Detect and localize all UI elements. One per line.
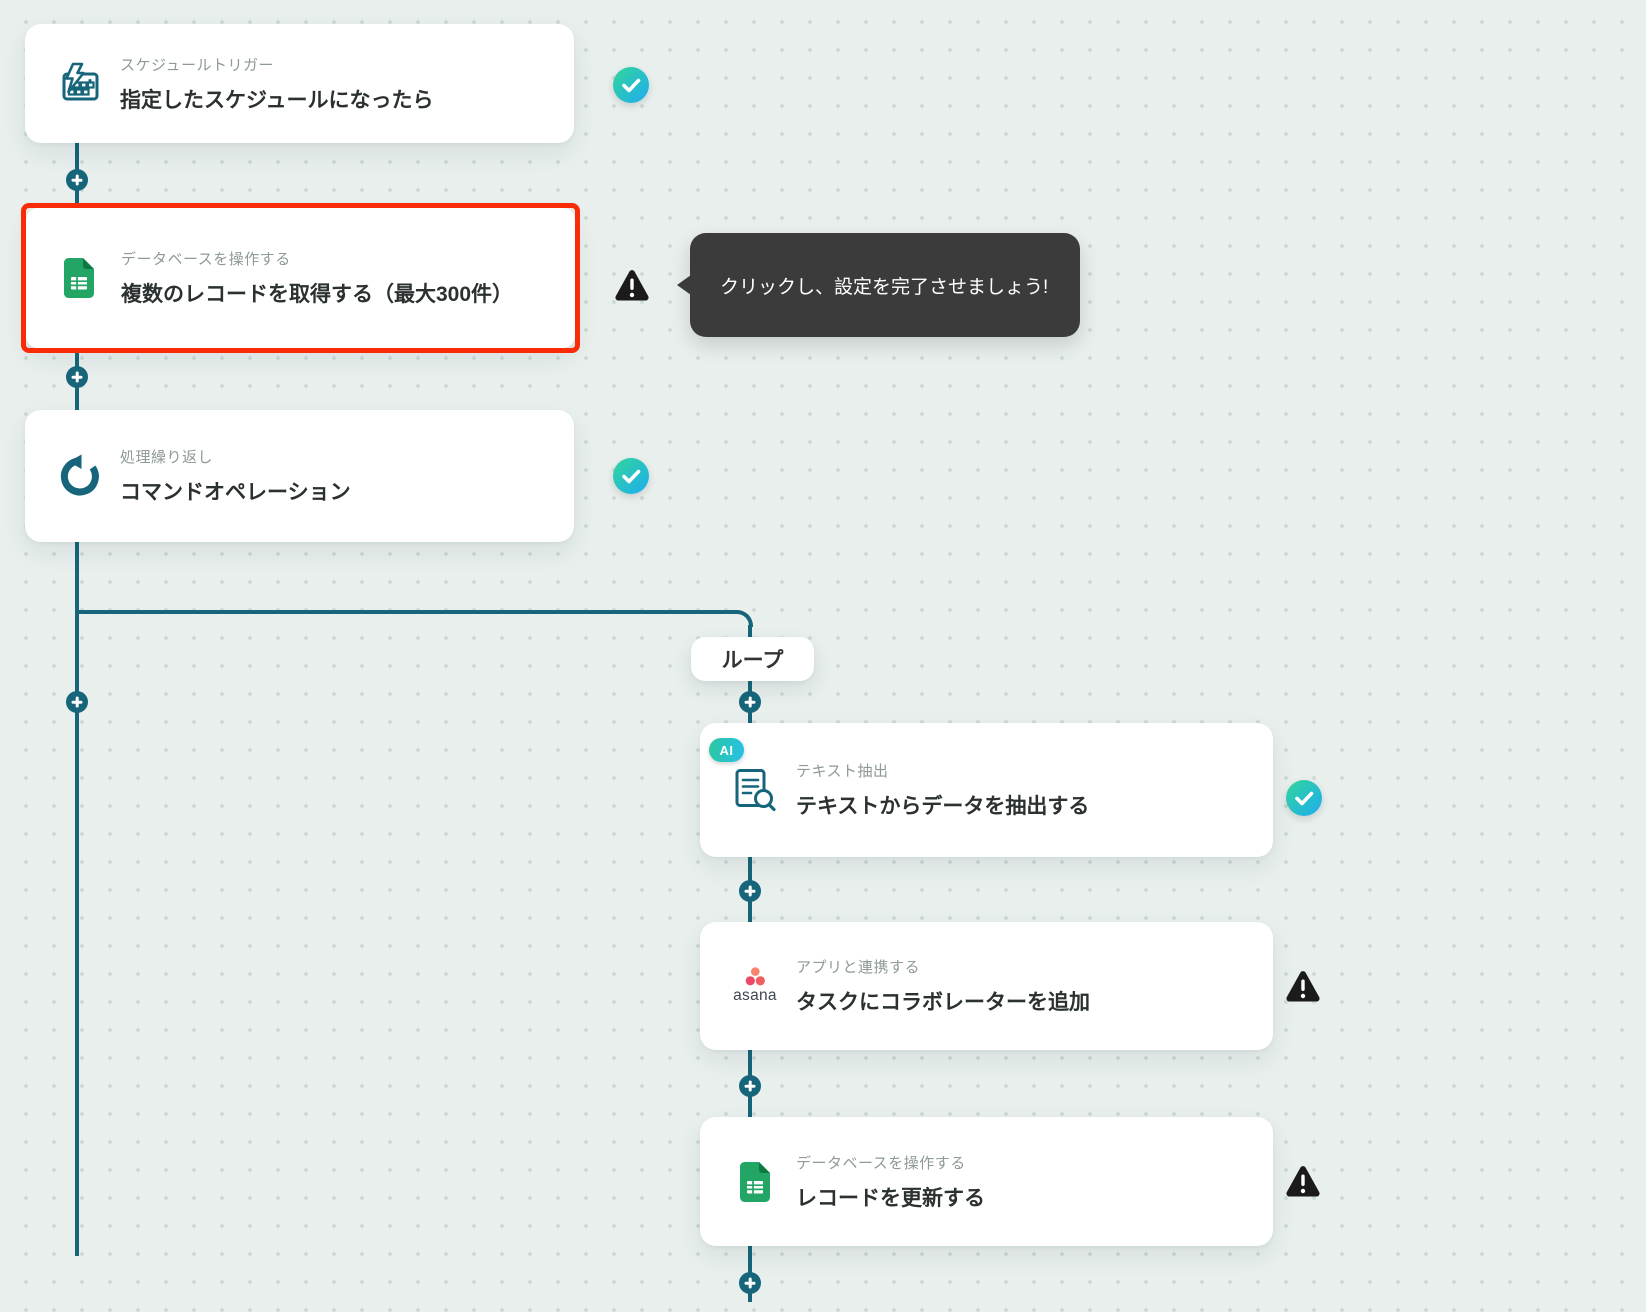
node-get-records[interactable]: データベースを操作する 複数のレコードを取得する（最大300件） — [26, 208, 575, 348]
node-update-record[interactable]: データベースを操作する レコードを更新する — [700, 1117, 1273, 1246]
node-title: レコードを更新する — [796, 1186, 985, 1210]
add-step-icon[interactable] — [739, 1075, 761, 1097]
add-step-icon[interactable] — [66, 169, 88, 191]
node-command-operation[interactable]: 処理繰り返し コマンドオペレーション — [25, 410, 574, 542]
status-check-badge — [1286, 780, 1322, 816]
add-step-icon[interactable] — [739, 880, 761, 902]
node-title: 複数のレコードを取得する（最大300件） — [121, 283, 514, 306]
node-title: 指定したスケジュールになったら — [120, 88, 434, 112]
node-category: 処理繰り返し — [120, 449, 214, 466]
check-icon — [1295, 791, 1314, 806]
loop-label-text: ループ — [721, 649, 784, 672]
node-title: タスクにコラボレーターを追加 — [796, 991, 1090, 1014]
connector-line-left-branch — [74, 542, 80, 1256]
asana-wordmark: asana — [733, 987, 777, 1004]
node-category: アプリと連携する — [796, 959, 921, 976]
ai-badge: AI — [709, 738, 744, 762]
node-schedule-trigger[interactable]: スケジュールトリガー 指定したスケジュールになったら — [25, 24, 574, 143]
add-step-icon[interactable] — [739, 1272, 761, 1294]
node-title: テキストからデータを抽出する — [796, 795, 1090, 818]
node-title: コマンドオペレーション — [120, 481, 351, 504]
connector-line-branch-horizontal — [74, 609, 737, 615]
check-icon — [622, 469, 641, 484]
tooltip-text: クリックし、設定を完了させましょう! — [720, 276, 1049, 298]
add-step-icon[interactable] — [66, 366, 88, 388]
setup-tooltip: クリックし、設定を完了させましょう! — [690, 233, 1080, 337]
warning-icon — [1284, 969, 1322, 1008]
loop-repeat-icon — [55, 410, 101, 542]
schedule-trigger-calendar-icon — [55, 24, 101, 143]
node-category: スケジュールトリガー — [120, 56, 274, 74]
add-step-icon[interactable] — [739, 691, 761, 713]
status-check-badge — [613, 458, 649, 494]
ai-badge-text: AI — [719, 742, 734, 758]
workflow-canvas: スケジュールトリガー 指定したスケジュールになったら データベースを操作する 複… — [0, 0, 1646, 1312]
google-sheets-icon — [732, 1117, 778, 1246]
google-sheets-icon — [56, 208, 102, 348]
loop-branch-label: ループ — [691, 637, 814, 681]
warning-icon — [1284, 1164, 1322, 1203]
node-extract-text[interactable]: テキスト抽出 テキストからデータを抽出する — [700, 723, 1273, 857]
status-check-badge — [613, 67, 649, 103]
node-category: データベースを操作する — [796, 1154, 966, 1172]
add-step-icon[interactable] — [66, 691, 88, 713]
check-icon — [622, 78, 641, 93]
node-category: データベースを操作する — [121, 251, 291, 268]
warning-icon — [613, 268, 651, 307]
node-asana-add-collaborator[interactable]: asana アプリと連携する タスクにコラボレーターを追加 — [700, 922, 1273, 1050]
asana-logo: asana — [732, 922, 778, 1050]
node-category: テキスト抽出 — [796, 763, 889, 780]
